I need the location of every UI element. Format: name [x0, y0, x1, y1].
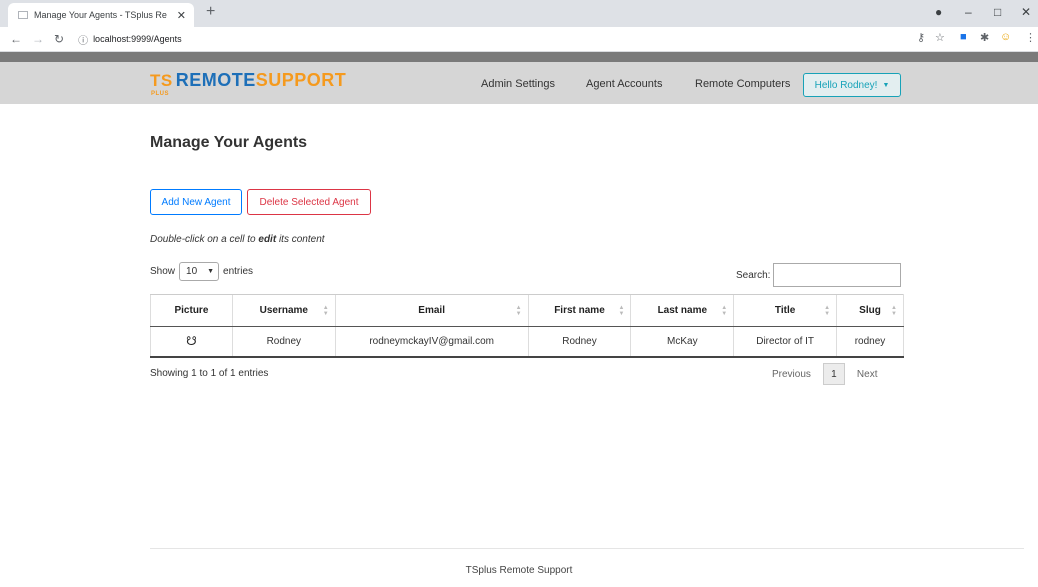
close-tab-icon[interactable]: ✕: [177, 9, 186, 22]
brand-support: SUPPORT: [255, 70, 347, 90]
extensions-icon[interactable]: ✱: [980, 31, 989, 44]
table-header-row: Picture Username ▲ ▼ Email ▲ ▼ First name ▲ ▼ …: [150, 294, 904, 327]
address-text: localhost:9999/Agents: [93, 34, 182, 44]
cell-title[interactable]: Director of IT: [733, 326, 837, 358]
show-label: Show: [150, 266, 176, 277]
browser-toolbar: ← → ↻ ⓘ localhost:9999/Agents: [0, 27, 1038, 52]
browser-tab[interactable]: Manage Your Agents - TSplus Re ✕: [8, 3, 194, 27]
sort-icon: ▲ ▼: [322, 305, 329, 317]
page-1-button[interactable]: 1: [822, 363, 845, 385]
column-email[interactable]: Email ▲ ▼: [334, 294, 529, 327]
cell-slug[interactable]: rodney: [836, 326, 904, 358]
add-agent-button[interactable]: Add New Agent: [150, 189, 242, 215]
column-slug[interactable]: Slug ▲ ▼: [836, 294, 904, 327]
browser-tabstrip: Manage Your Agents - TSplus Re ✕ + ● – □…: [0, 0, 1038, 27]
nav-admin-settings[interactable]: Admin Settings: [481, 78, 555, 90]
table-info: Showing 1 to 1 of 1 entries: [150, 368, 269, 379]
sort-icon: ▲ ▼: [824, 305, 831, 317]
previous-page-button[interactable]: Previous: [772, 369, 811, 380]
back-icon[interactable]: ←: [10, 32, 22, 46]
column-username[interactable]: Username ▲ ▼: [231, 294, 336, 327]
next-page-button[interactable]: Next: [857, 369, 878, 380]
sort-icon: ▲ ▼: [515, 305, 522, 317]
agents-table: Picture Username ▲ ▼ Email ▲ ▼ First name ▲ ▼ …: [150, 294, 904, 358]
column-last-name[interactable]: Last name ▲ ▼: [630, 294, 734, 327]
caret-down-icon: ▼: [882, 81, 890, 89]
cell-first-name[interactable]: Rodney: [527, 326, 631, 358]
page-favicon-icon: [18, 11, 28, 19]
cell-username[interactable]: Rodney: [231, 326, 336, 358]
avatar-icon: ☋: [186, 334, 197, 349]
delete-agent-button[interactable]: Delete Selected Agent: [247, 189, 371, 215]
sort-icon: ▲ ▼: [891, 305, 897, 317]
brand-remote: REMOTE: [175, 70, 256, 90]
forward-icon[interactable]: →: [32, 32, 44, 46]
cell-picture[interactable]: ☋: [150, 326, 233, 358]
more-menu-icon[interactable]: ⋮: [1025, 31, 1036, 44]
edit-hint: Double-click on a cell to edit its conte…: [150, 234, 325, 245]
profile-avatar-icon[interactable]: ☺: [1000, 31, 1011, 43]
search-label: Search:: [736, 269, 771, 281]
app-navbar: TS PLUS REMOTE SUPPORT Admin Settings Agen…: [0, 52, 1038, 104]
footer-divider: [150, 548, 1024, 549]
close-window-icon[interactable]: ✕: [1021, 5, 1031, 19]
account-icon[interactable]: ●: [935, 5, 942, 19]
key-icon[interactable]: ⚷: [917, 31, 925, 44]
tab-title: Manage Your Agents - TSplus Re: [34, 10, 167, 20]
translate-icon[interactable]: ■: [960, 31, 967, 43]
search-input[interactable]: [773, 263, 902, 287]
new-tab-icon[interactable]: +: [206, 3, 215, 21]
cell-email[interactable]: rodneymckayIV@gmail.com: [334, 326, 529, 358]
table-search: Search:: [736, 263, 902, 287]
address-bar[interactable]: ⓘ localhost:9999/Agents: [78, 32, 182, 47]
reload-icon[interactable]: ↻: [54, 32, 64, 46]
sort-icon: ▲ ▼: [618, 305, 625, 317]
maximize-icon[interactable]: □: [994, 5, 1001, 19]
column-picture: Picture: [150, 294, 233, 327]
cell-last-name[interactable]: McKay: [630, 326, 734, 358]
column-first-name[interactable]: First name ▲ ▼: [527, 294, 631, 327]
minimize-icon[interactable]: –: [965, 5, 972, 19]
sort-icon: ▲ ▼: [721, 305, 728, 317]
brand-logo[interactable]: TS PLUS REMOTE SUPPORT: [150, 70, 347, 97]
brand-ts: TS PLUS: [150, 70, 173, 97]
star-icon[interactable]: ☆: [935, 31, 945, 44]
site-info-icon[interactable]: ⓘ: [78, 32, 88, 47]
column-title[interactable]: Title ▲ ▼: [733, 294, 837, 327]
user-menu-label: Hello Rodney!: [814, 79, 878, 91]
page-length-select[interactable]: 10 ▼: [179, 262, 220, 281]
nav-remote-computers[interactable]: Remote Computers: [695, 78, 790, 90]
nav-agent-accounts[interactable]: Agent Accounts: [586, 78, 662, 90]
user-menu-button[interactable]: Hello Rodney! ▼: [803, 73, 901, 97]
chevron-down-icon: ▼: [207, 268, 215, 275]
page-title: Manage Your Agents: [150, 134, 308, 151]
page-length-control: Show 10 ▼ entries: [150, 262, 253, 281]
entries-label: entries: [223, 266, 254, 277]
pagination: Previous 1 Next: [772, 363, 877, 385]
table-row[interactable]: ☋ Rodney rodneymckayIV@gmail.com Rodney …: [150, 326, 904, 358]
footer-text: TSplus Remote Support: [465, 565, 573, 576]
